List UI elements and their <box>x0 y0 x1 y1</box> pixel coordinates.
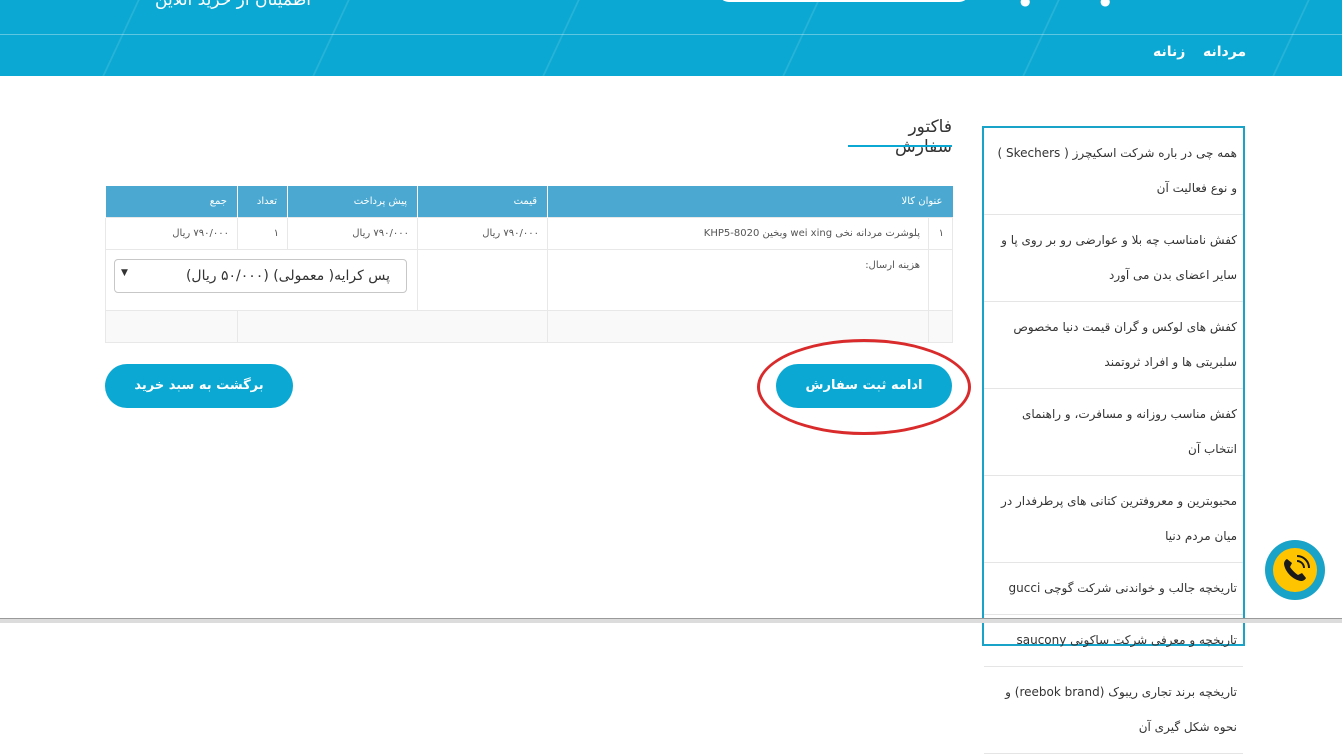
nav-divider <box>0 34 1342 35</box>
sidebar-articles: همه چی در باره شرکت اسکیچرز ( Skechers )… <box>982 126 1245 754</box>
header-decoration <box>102 0 140 76</box>
header-decoration <box>312 0 350 76</box>
sidebar-item-luxury-shoes[interactable]: کفش های لوکس و گران قیمت دنیا مخصوص سلبر… <box>984 302 1243 389</box>
search-input[interactable] <box>718 0 970 2</box>
title-underline <box>848 145 952 147</box>
site-header: اطمینان از خرید آنلاین ● ● مردانه زنانه <box>0 0 1342 76</box>
shipping-method-select[interactable]: پس کرایه( معمولی) (۵۰/۰۰۰ ریال) ▼ <box>114 259 407 293</box>
column-header-price: قیمت <box>417 186 548 218</box>
header-decoration <box>542 0 580 76</box>
product-title: پلوشرت مردانه نخی wei xing وبخین KHP5-80… <box>547 217 929 250</box>
phone-call-button[interactable] <box>1265 540 1325 600</box>
sidebar-item-skechers[interactable]: همه چی در باره شرکت اسکیچرز ( Skechers )… <box>984 128 1243 215</box>
sidebar-item-reebok[interactable]: تاریخچه برند تجاری ریبوک (reebok brand) … <box>984 667 1243 754</box>
sidebar-item-daily-shoes[interactable]: کفش مناسب روزانه و مسافرت، و راهنمای انت… <box>984 389 1243 476</box>
phone-call-icon <box>1284 555 1310 581</box>
continue-order-button[interactable]: ادامه ثبت سفارش <box>776 364 952 408</box>
shipping-selected-value: پس کرایه( معمولی) (۵۰/۰۰۰ ریال) <box>185 268 390 284</box>
sidebar-item-bad-shoes[interactable]: کفش نامناسب چه بلا و عوارضی رو بر روی پا… <box>984 215 1243 302</box>
chevron-down-icon: ▼ <box>121 268 128 278</box>
sidebar-item-gucci[interactable]: تاریخچه جالب و خواندنی شرکت گوچی gucci <box>984 563 1243 615</box>
user-icon[interactable]: ● <box>1020 0 1030 8</box>
column-header-prepay: پیش پرداخت <box>287 186 418 218</box>
column-header-qty: تعداد <box>237 186 288 218</box>
back-to-cart-button[interactable]: برگشت به سبد خرید <box>105 364 293 408</box>
table-header-row: عنوان کالا قیمت پیش پرداخت تعداد جمع <box>105 186 953 218</box>
site-tagline: اطمینان از خرید آنلاین <box>155 0 311 10</box>
nav-item-women[interactable]: زنانه <box>1153 44 1185 60</box>
cart-icon[interactable]: ● <box>1100 0 1110 8</box>
product-qty: ۱ <box>237 217 288 250</box>
column-header-sum: جمع <box>105 186 238 218</box>
total-row <box>105 310 953 343</box>
row-index: ۱ <box>928 217 953 250</box>
column-header-title: عنوان کالا <box>547 186 953 218</box>
browser-scrollbar[interactable] <box>0 618 1342 623</box>
nav-item-men[interactable]: مردانه <box>1203 44 1246 60</box>
product-prepay: ۷۹۰/۰۰۰ ریال <box>287 217 418 250</box>
table-row: ۱ پلوشرت مردانه نخی wei xing وبخین KHP5-… <box>105 217 953 250</box>
sidebar-item-popular-sneakers[interactable]: محبوبترین و معروفترین کتانی های پرطرفدار… <box>984 476 1243 563</box>
invoice-title: فاکتور سفارش <box>895 117 952 157</box>
header-decoration <box>1022 0 1060 76</box>
shipping-label: هزینه ارسال: <box>547 249 929 311</box>
product-sum: ۷۹۰/۰۰۰ ریال <box>105 217 238 250</box>
product-price: ۷۹۰/۰۰۰ ریال <box>417 217 548 250</box>
header-decoration <box>1272 0 1310 76</box>
header-decoration <box>782 0 820 76</box>
